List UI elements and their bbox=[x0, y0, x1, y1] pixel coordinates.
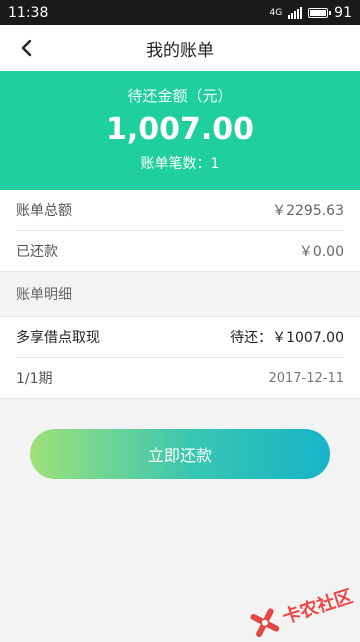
status-time: 11:38 bbox=[8, 4, 49, 21]
item-name: 多享借点取现 bbox=[16, 330, 100, 346]
status-bar: 11:38 4G 91 bbox=[0, 0, 360, 25]
pending-amount: 1,007.00 bbox=[105, 112, 255, 147]
period-label: 1/1期 bbox=[16, 371, 53, 387]
repaid-value: ￥0.00 bbox=[298, 244, 344, 260]
page-title: 我的账单 bbox=[146, 40, 214, 61]
pending-label: 待还金额（元） bbox=[127, 87, 233, 105]
totals-list: 账单总额 ￥2295.63 已还款 ￥0.00 bbox=[0, 190, 360, 271]
title-bar: 我的账单 bbox=[0, 25, 360, 71]
item-due: 待还：￥1007.00 bbox=[230, 330, 344, 346]
chevron-left-icon bbox=[21, 39, 32, 57]
status-icons: 4G 91 bbox=[269, 5, 352, 21]
detail-item-row[interactable]: 多享借点取现 待还：￥1007.00 bbox=[16, 317, 344, 358]
total-bill-value: ￥2295.63 bbox=[272, 203, 344, 219]
bill-count: 账单笔数：1 bbox=[140, 156, 220, 172]
details-section-title: 账单明细 bbox=[0, 271, 360, 316]
pay-now-button[interactable]: 立即还款 bbox=[30, 429, 330, 479]
repaid-label: 已还款 bbox=[16, 244, 58, 260]
battery-icon bbox=[308, 7, 332, 18]
signal-icon bbox=[288, 6, 303, 19]
total-bill-label: 账单总额 bbox=[16, 203, 72, 219]
network-type: 4G bbox=[269, 7, 283, 18]
repaid-row: 已还款 ￥0.00 bbox=[16, 231, 344, 271]
back-button[interactable] bbox=[14, 36, 38, 60]
total-bill-row: 账单总额 ￥2295.63 bbox=[16, 190, 344, 231]
watermark-icon bbox=[250, 608, 280, 638]
watermark-logo: 卡农社区 bbox=[246, 580, 356, 641]
due-date: 2017-12-11 bbox=[268, 370, 344, 386]
pending-summary: 待还金额（元） 1,007.00 账单笔数：1 bbox=[0, 71, 360, 190]
detail-period-row[interactable]: 1/1期 2017-12-11 bbox=[16, 358, 344, 398]
battery-level: 91 bbox=[334, 4, 352, 21]
bill-detail-card[interactable]: 多享借点取现 待还：￥1007.00 1/1期 2017-12-11 bbox=[0, 316, 360, 399]
watermark-text: 卡农社区 bbox=[280, 586, 356, 629]
